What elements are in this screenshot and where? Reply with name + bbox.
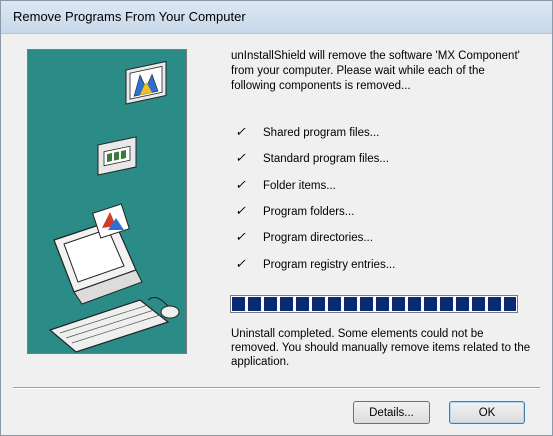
component-label: Standard program files...	[263, 153, 389, 165]
checkmark-icon: ✓	[235, 256, 246, 271]
divider	[13, 387, 540, 389]
checkmark-icon: ✓	[235, 124, 246, 139]
checkmark-icon: ✓	[235, 177, 246, 192]
window-title: Remove Programs From Your Computer	[13, 9, 246, 24]
uninstall-dialog: Remove Programs From Your Computer unIns…	[0, 0, 553, 436]
ok-button[interactable]: OK	[449, 401, 525, 424]
list-item: ✓ Shared program files...	[235, 124, 379, 140]
component-label: Program registry entries...	[263, 259, 396, 271]
checkmark-icon: ✓	[235, 150, 246, 165]
uninstall-illustration	[27, 49, 187, 354]
component-label: Shared program files...	[263, 127, 380, 139]
details-button[interactable]: Details...	[353, 401, 430, 424]
progress-fill	[232, 297, 516, 311]
list-item: ✓ Folder items...	[235, 177, 336, 193]
list-item: ✓ Program directories...	[235, 229, 373, 245]
checkmark-icon: ✓	[235, 203, 246, 218]
removal-message: unInstallShield will remove the software…	[231, 50, 520, 92]
component-label: Program directories...	[263, 232, 373, 244]
list-item: ✓ Program registry entries...	[235, 256, 395, 272]
dialog-content: unInstallShield will remove the software…	[1, 34, 552, 435]
component-label: Folder items...	[263, 180, 336, 192]
title-bar[interactable]: Remove Programs From Your Computer	[1, 1, 552, 34]
computer-illustration-icon	[48, 60, 180, 353]
list-item: ✓ Standard program files...	[235, 150, 389, 166]
checkmark-icon: ✓	[235, 229, 246, 244]
component-label: Program folders...	[263, 206, 355, 218]
completion-status: Uninstall completed. Some elements could…	[231, 328, 531, 368]
uninstall-progress-bar	[230, 295, 518, 313]
list-item: ✓ Program folders...	[235, 203, 354, 219]
